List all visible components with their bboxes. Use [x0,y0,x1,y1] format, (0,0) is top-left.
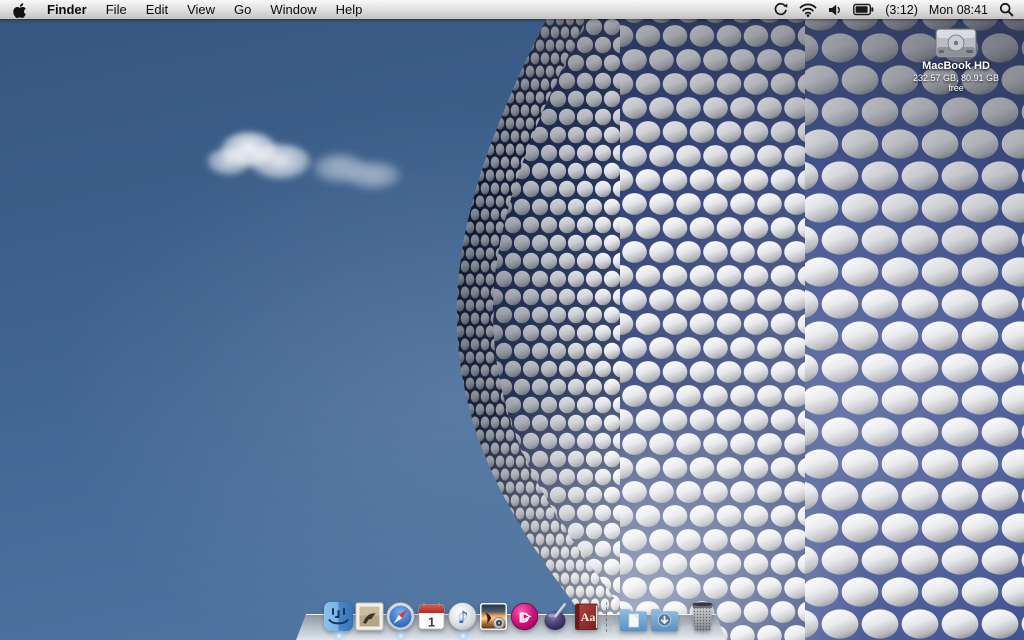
dock-item-itunes[interactable]: ♪ [447,601,478,639]
desktop-wallpaper [0,0,1024,640]
hard-drive-icon [935,28,977,58]
dictionary-book-icon: Aa [575,603,598,630]
dock-stack-documents[interactable] [618,605,649,632]
volume-icon [829,4,841,15]
calendar-icon: 1 [418,602,445,630]
mail-stamp-icon [355,602,384,631]
dock-item-ink-pen-app[interactable] [540,601,571,632]
calendar-day-number: 1 [428,615,435,630]
menu-bar-clock[interactable]: Mon 08:41 [929,3,988,17]
menu-item-go[interactable]: Go [234,0,251,19]
menu-item-edit[interactable]: Edit [146,0,168,19]
dock-divider [606,602,607,632]
apple-menu[interactable] [13,2,27,18]
desktop-icon-macbook-hd[interactable]: MacBook HD 232.57 GB, 80.91 GB free [911,27,1001,93]
menu-item-help[interactable]: Help [336,0,363,19]
menu-bar: Finder File Edit View Go Window Help (3:… [0,0,1024,19]
wifi-icon [799,3,817,17]
inkwell-pen-icon [544,603,567,630]
svg-text:♪: ♪ [458,608,469,628]
menu-item-file[interactable]: File [106,0,127,19]
dock-trash[interactable] [687,601,718,632]
cloud-wisp [306,146,406,198]
dock: 1 ♪ Aa [0,592,1024,640]
dock-item-dictionary[interactable]: Aa [571,601,602,632]
running-indicator [459,633,466,639]
idvd-disc-icon: D [510,602,539,631]
volume-info-label: 232.57 GB, 80.91 GB free [912,73,1000,93]
sync-menu-extra[interactable] [773,2,788,17]
dictionary-glyph: Aa [581,610,596,624]
volume-name-label: MacBook HD [922,60,990,72]
selfridges-building-graphic [456,0,1024,640]
dock-item-mail[interactable] [354,601,385,632]
dock-icons-row: 1 ♪ Aa [323,601,718,639]
volume-menu-extra[interactable] [828,3,842,17]
dock-item-idvd[interactable]: D [509,601,540,632]
wire-trash-basket-icon [692,602,713,631]
dock-item-ical[interactable]: 1 [416,601,447,632]
menu-item-view[interactable]: View [187,0,215,19]
apple-logo-icon [13,2,27,18]
safari-compass-icon [386,602,415,631]
finder-face-icon [324,602,353,631]
battery-time-remaining: (3:12) [885,2,918,17]
dock-item-iphoto[interactable] [478,601,509,632]
folder-document-icon [620,609,647,632]
running-indicator [397,633,404,639]
battery-icon [853,3,874,16]
wifi-menu-extra[interactable] [799,3,817,17]
sync-arrows-icon [774,2,788,16]
photo-camera-icon [480,603,507,630]
folder-download-icon [651,609,678,632]
dock-stack-downloads[interactable] [649,605,680,632]
spotlight-menu-extra[interactable] [999,2,1014,17]
itunes-disc-note-icon: ♪ [448,602,477,631]
dock-item-safari[interactable] [385,601,416,639]
menu-item-window[interactable]: Window [270,0,316,19]
dock-item-finder[interactable] [323,601,354,639]
running-indicator [335,633,342,639]
battery-menu-extra[interactable] [853,3,874,16]
spotlight-magnifier-icon [999,2,1014,17]
menu-item-finder[interactable]: Finder [47,0,87,19]
